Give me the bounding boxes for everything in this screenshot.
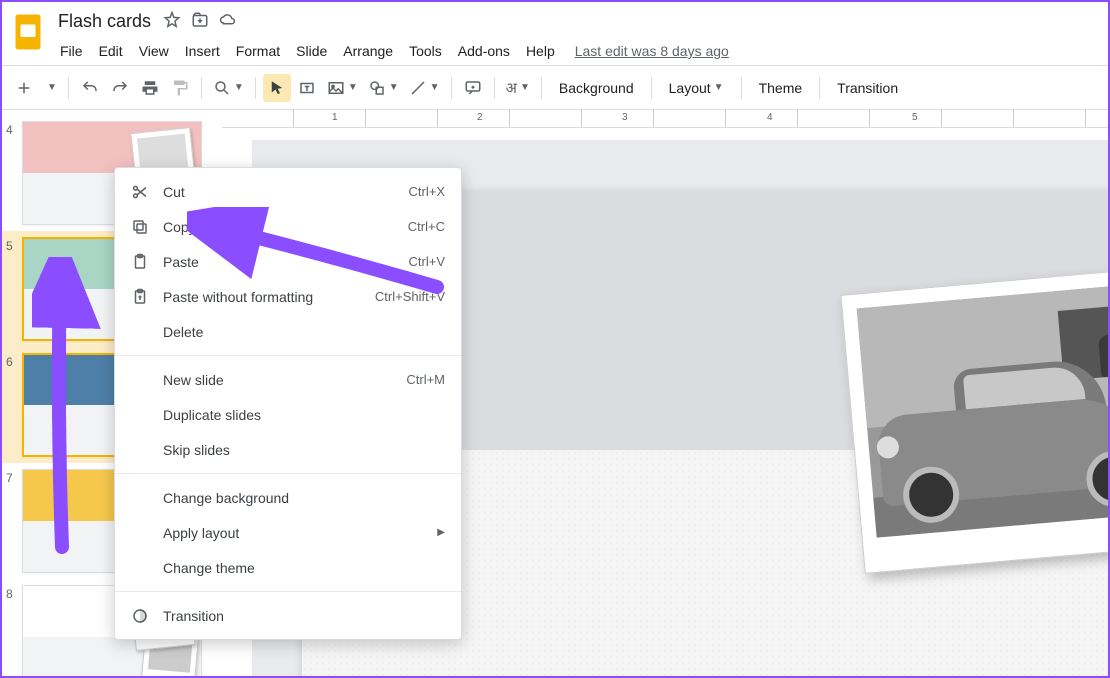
context-menu-delete[interactable]: Delete — [115, 314, 461, 349]
context-menu-separator — [115, 355, 461, 356]
doc-title[interactable]: Flash cards — [58, 11, 151, 32]
paste-icon — [131, 253, 153, 271]
paste_nf-icon — [131, 288, 153, 306]
context-menu-cut[interactable]: CutCtrl+X — [115, 174, 461, 209]
copy-icon — [131, 218, 153, 236]
menu-insert[interactable]: Insert — [177, 39, 228, 63]
last-edit-link[interactable]: Last edit was 8 days ago — [575, 43, 729, 59]
slide-number: 6 — [6, 353, 22, 457]
slide-image-polaroid[interactable] — [840, 266, 1108, 574]
move-icon[interactable] — [191, 11, 209, 32]
context-menu-label: Duplicate slides — [163, 407, 445, 423]
cloud-status-icon[interactable] — [219, 11, 237, 32]
context-menu-label: Paste — [163, 254, 409, 270]
context-menu-label: New slide — [163, 372, 406, 388]
context-menu-paste-without-formatting[interactable]: Paste without formattingCtrl+Shift+V — [115, 279, 461, 314]
toolbar: ▼ ▼ ▼ ▼ ▼ अ▼ Background Layout▼ Theme Tr… — [2, 66, 1108, 110]
context-menu-change-background[interactable]: Change background — [115, 480, 461, 515]
redo-button[interactable] — [106, 74, 134, 102]
ruler-tick: 3 — [622, 112, 628, 123]
context-menu-shortcut: Ctrl+M — [406, 372, 445, 387]
new-slide-button[interactable] — [10, 74, 38, 102]
undo-button[interactable] — [76, 74, 104, 102]
context-menu-transition[interactable]: Transition — [115, 598, 461, 633]
ruler-tick: 2 — [477, 112, 483, 123]
menu-add-ons[interactable]: Add-ons — [450, 39, 518, 63]
menu-slide[interactable]: Slide — [288, 39, 335, 63]
context-menu-paste[interactable]: PasteCtrl+V — [115, 244, 461, 279]
textbox-tool[interactable] — [293, 74, 321, 102]
slide-number: 8 — [6, 585, 22, 676]
context-menu-skip-slides[interactable]: Skip slides — [115, 432, 461, 467]
menu-arrange[interactable]: Arrange — [335, 39, 401, 63]
paint-format-button[interactable] — [166, 74, 194, 102]
menu-edit[interactable]: Edit — [91, 39, 131, 63]
new-slide-dropdown[interactable]: ▼ — [40, 74, 61, 102]
context-menu-shortcut: Ctrl+Shift+V — [375, 289, 445, 304]
ruler-tick: 4 — [767, 112, 773, 123]
transition-icon — [131, 607, 153, 625]
ruler-tick: 5 — [912, 112, 918, 123]
image-tool[interactable]: ▼ — [323, 74, 362, 102]
context-menu-shortcut: Ctrl+X — [409, 184, 445, 199]
slide-number: 7 — [6, 469, 22, 573]
menu-view[interactable]: View — [131, 39, 177, 63]
context-menu-label: Apply layout — [163, 525, 437, 541]
submenu-arrow-icon: ▶ — [437, 527, 445, 538]
context-menu-separator — [115, 473, 461, 474]
context-menu-label: Copy — [163, 219, 408, 235]
menu-file[interactable]: File — [52, 39, 91, 63]
context-menu-new-slide[interactable]: New slideCtrl+M — [115, 362, 461, 397]
theme-button[interactable]: Theme — [749, 74, 813, 102]
context-menu-separator — [115, 591, 461, 592]
menu-format[interactable]: Format — [228, 39, 288, 63]
context-menu-shortcut: Ctrl+C — [408, 219, 445, 234]
context-menu-label: Delete — [163, 324, 445, 340]
line-tool[interactable]: ▼ — [405, 74, 444, 102]
horizontal-ruler: 1 2 3 4 5 — [222, 110, 1108, 128]
context-menu-copy[interactable]: CopyCtrl+C — [115, 209, 461, 244]
print-button[interactable] — [136, 74, 164, 102]
layout-button[interactable]: Layout▼ — [659, 74, 734, 102]
slides-logo[interactable] — [10, 8, 46, 56]
context-menu-label: Paste without formatting — [163, 289, 375, 305]
ruler-tick: 1 — [332, 112, 338, 123]
transition-button[interactable]: Transition — [827, 74, 908, 102]
context-menu-shortcut: Ctrl+V — [409, 254, 445, 269]
context-menu-label: Change background — [163, 490, 445, 506]
star-icon[interactable] — [163, 11, 181, 32]
context-menu-change-theme[interactable]: Change theme — [115, 550, 461, 585]
header: Flash cards FileEditViewInsertFormatSlid… — [2, 2, 1108, 66]
comment-button[interactable] — [459, 74, 487, 102]
slide-context-menu: CutCtrl+XCopyCtrl+CPasteCtrl+VPaste with… — [114, 167, 462, 640]
context-menu-label: Change theme — [163, 560, 445, 576]
zoom-button[interactable]: ▼ — [209, 74, 248, 102]
slide-number: 4 — [6, 121, 22, 225]
shape-tool[interactable]: ▼ — [364, 74, 403, 102]
menu-tools[interactable]: Tools — [401, 39, 450, 63]
context-menu-label: Cut — [163, 184, 409, 200]
select-tool[interactable] — [263, 74, 291, 102]
context-menu-apply-layout[interactable]: Apply layout▶ — [115, 515, 461, 550]
context-menu-label: Transition — [163, 608, 445, 624]
slide-number: 5 — [6, 237, 22, 341]
context-menu-label: Skip slides — [163, 442, 445, 458]
background-button[interactable]: Background — [549, 74, 644, 102]
menu-bar: FileEditViewInsertFormatSlideArrangeTool… — [52, 36, 729, 66]
menu-help[interactable]: Help — [518, 39, 563, 63]
cut-icon — [131, 183, 153, 201]
input-tools-button[interactable]: अ▼ — [502, 74, 534, 102]
context-menu-duplicate-slides[interactable]: Duplicate slides — [115, 397, 461, 432]
